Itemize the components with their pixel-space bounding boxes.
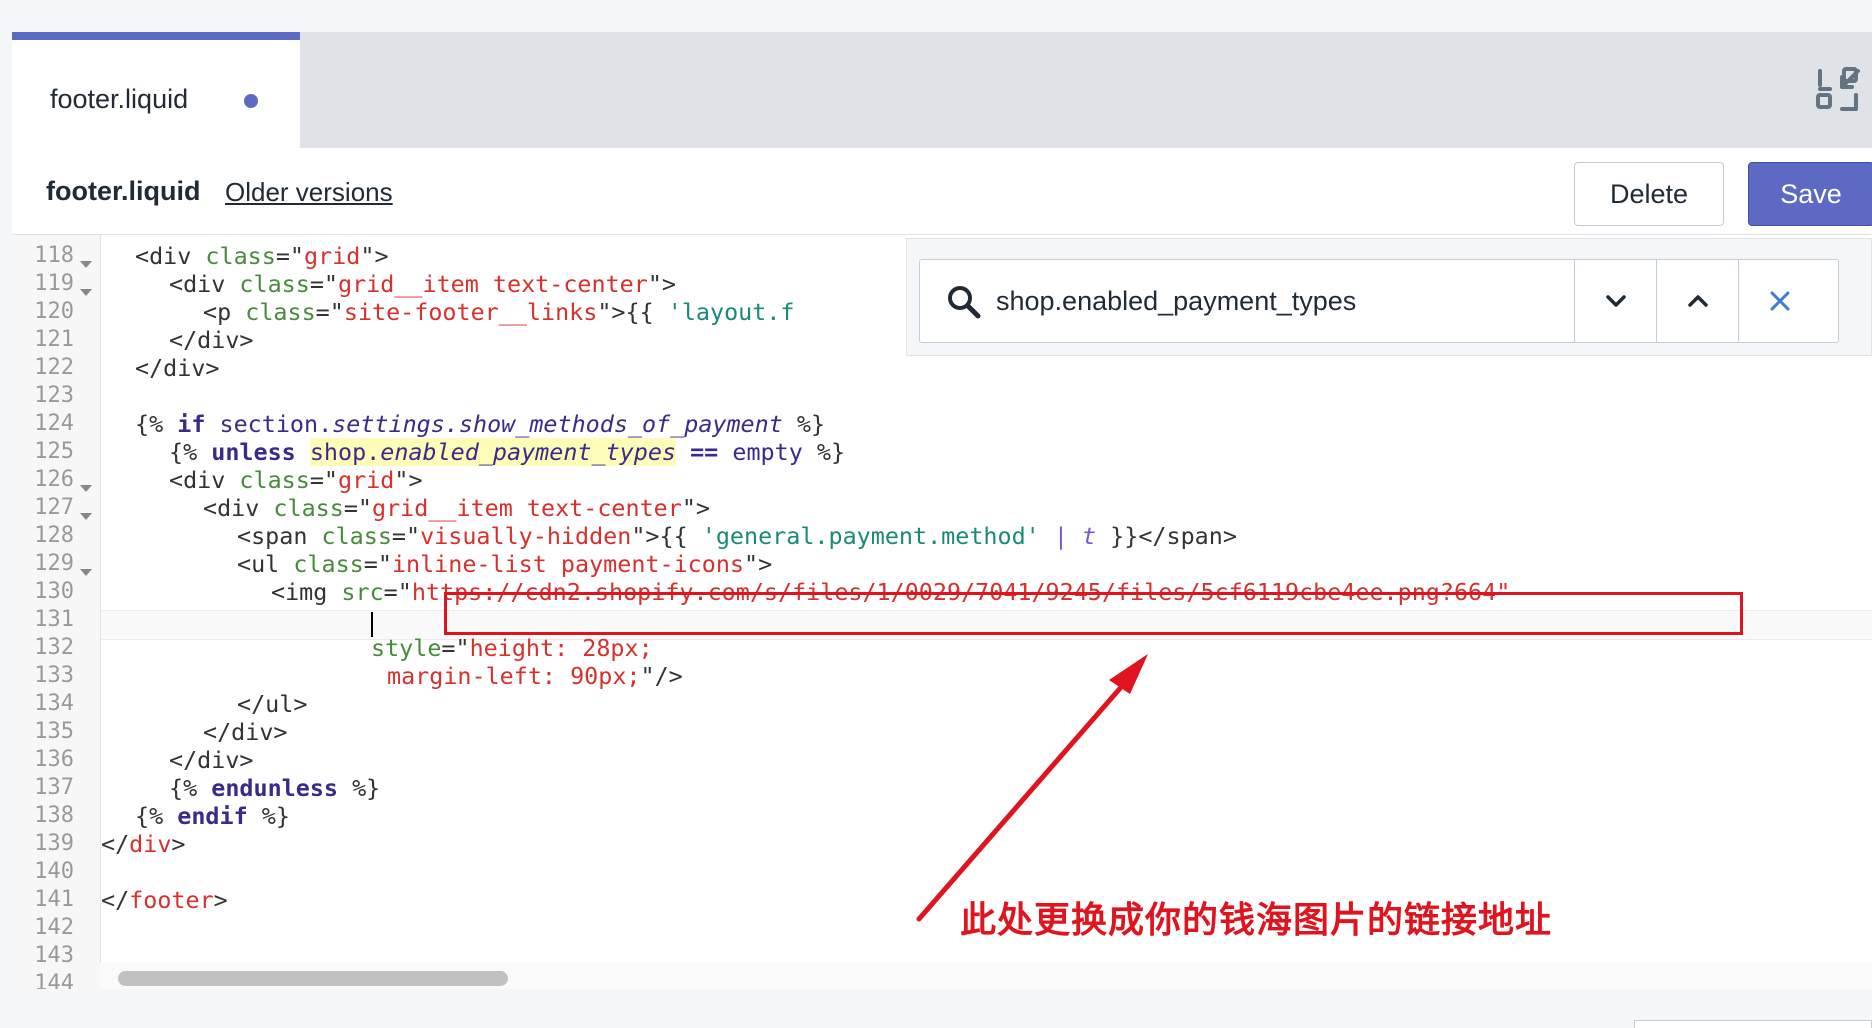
code-line-132: style="height: 28px;	[371, 634, 653, 662]
line-number: 141	[34, 887, 74, 912]
line-number: 142	[34, 915, 74, 940]
line-number: 132	[34, 635, 74, 660]
line-number: 122	[34, 355, 74, 380]
code-line-124: {% if section.settings.show_methods_of_p…	[135, 410, 826, 438]
annotation-highlight-box	[444, 592, 1743, 635]
fold-arrow-icon[interactable]	[80, 513, 92, 520]
line-number: 136	[34, 747, 74, 772]
code-line-141: </footer>	[101, 886, 228, 914]
text-cursor	[371, 612, 373, 637]
close-search-button[interactable]	[1738, 260, 1821, 342]
scrollbar-thumb[interactable]	[118, 971, 508, 986]
annotation-text: 此处更换成你的钱海图片的链接地址	[960, 900, 1553, 941]
line-number-gutter: 117 118 119 120 121 122 123 124 125 126 …	[12, 235, 101, 989]
save-button[interactable]: Save	[1748, 162, 1872, 226]
footer-strip	[0, 989, 1872, 1028]
line-number: 121	[34, 327, 74, 352]
line-number: 120	[34, 299, 74, 324]
code-line-121: </div>	[169, 326, 254, 354]
collapse-icon[interactable]	[1816, 67, 1862, 113]
line-number: 125	[34, 439, 74, 464]
line-number: 133	[34, 663, 74, 688]
line-number: 118	[34, 243, 74, 268]
fold-arrow-icon[interactable]	[80, 289, 92, 296]
line-number: 119	[34, 271, 74, 296]
footer-button-group	[1634, 1020, 1872, 1028]
line-number: 143	[34, 943, 74, 968]
line-number: 126	[34, 467, 74, 492]
code-line-129: <ul class="inline-list payment-icons">	[237, 550, 773, 578]
chevron-down-icon	[1606, 295, 1626, 307]
tab-label: footer.liquid	[50, 84, 189, 114]
code-line-126: <div class="grid">	[169, 466, 423, 494]
horizontal-scrollbar[interactable]	[100, 963, 1872, 989]
code-line-118: <div class="grid">	[135, 242, 389, 270]
fold-arrow-icon[interactable]	[80, 485, 92, 492]
line-number: 135	[34, 719, 74, 744]
chevron-up-icon	[1688, 295, 1708, 307]
code-line-128: <span class="visually-hidden">{{ 'genera…	[237, 522, 1237, 550]
editor-header: footer.liquid Older versions Delete Save	[12, 148, 1872, 235]
code-line-139: </div>	[101, 830, 186, 858]
code-line-137: {% endunless %}	[169, 774, 381, 802]
find-panel: shop.enabled_payment_types	[906, 238, 1872, 356]
line-number: 144	[34, 971, 74, 989]
older-versions-link[interactable]: Older versions	[225, 177, 393, 208]
line-number: 123	[34, 383, 74, 408]
editor-tab-bar: footer.liquid	[12, 32, 1872, 148]
line-number: 124	[34, 411, 74, 436]
code-line-135: </div>	[203, 718, 288, 746]
line-number: 138	[34, 803, 74, 828]
code-line-134: </ul>	[237, 690, 308, 718]
line-number: 131	[34, 607, 74, 632]
fold-arrow-icon[interactable]	[80, 261, 92, 268]
line-number: 128	[34, 523, 74, 548]
theme-code-editor: footer.liquid footer.liquid Older versio…	[0, 0, 1872, 1028]
line-number: 129	[34, 551, 74, 576]
delete-button[interactable]: Delete	[1574, 162, 1724, 226]
tab-footer-liquid[interactable]: footer.liquid	[12, 32, 300, 148]
line-number: 134	[34, 691, 74, 716]
code-line-122: </div>	[135, 354, 220, 382]
code-line-127: <div class="grid__item text-center">	[203, 494, 710, 522]
line-number: 139	[34, 831, 74, 856]
fold-arrow-icon[interactable]	[80, 569, 92, 576]
code-line-133: margin-left: 90px;"/>	[387, 662, 683, 690]
line-number: 140	[34, 859, 74, 884]
search-field[interactable]: shop.enabled_payment_types	[919, 259, 1839, 343]
close-icon	[1770, 291, 1790, 311]
code-line-125: {% unless shop.enabled_payment_types == …	[169, 438, 846, 466]
search-input[interactable]: shop.enabled_payment_types	[996, 260, 1466, 342]
search-icon	[944, 282, 984, 322]
code-line-120: <p class="site-footer__links">{{ 'layout…	[203, 298, 795, 326]
file-title: footer.liquid	[46, 176, 201, 206]
unsaved-indicator	[244, 94, 258, 108]
code-line-136: </div>	[169, 746, 254, 774]
code-line-138: {% endif %}	[135, 802, 290, 830]
line-number: 130	[34, 579, 74, 604]
line-number: 127	[34, 495, 74, 520]
line-number: 137	[34, 775, 74, 800]
previous-match-button[interactable]	[1656, 260, 1739, 342]
next-match-button[interactable]	[1574, 260, 1657, 342]
code-line-119: <div class="grid__item text-center">	[169, 270, 676, 298]
